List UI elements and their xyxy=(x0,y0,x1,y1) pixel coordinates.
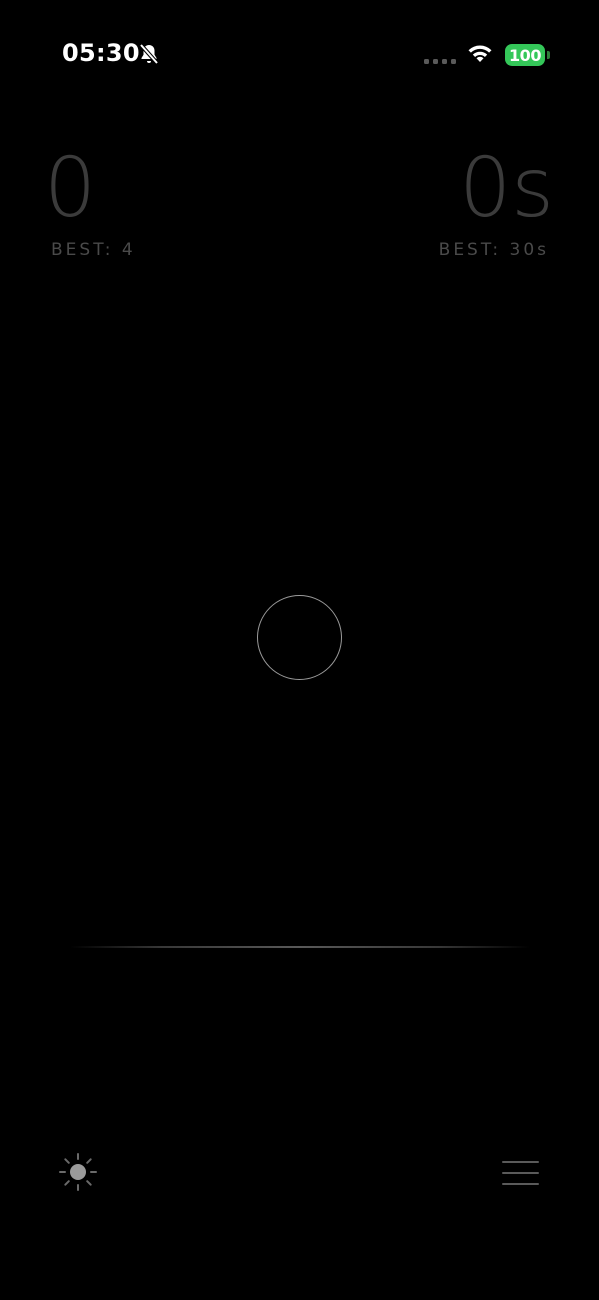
score-value: 0 xyxy=(44,141,97,236)
battery-cap xyxy=(547,51,550,59)
status-time: 05:30 xyxy=(62,39,140,67)
time-value: 0s xyxy=(459,141,554,236)
time-best-label: BEST: 30s xyxy=(438,240,549,260)
battery-icon: 100 xyxy=(505,44,545,66)
horizon-line xyxy=(70,946,530,948)
status-bar: 05:30 100 xyxy=(0,0,599,110)
score-best-label: BEST: 4 xyxy=(51,240,136,260)
signal-icon xyxy=(424,59,456,64)
wifi-icon xyxy=(468,45,492,62)
hamburger-menu-icon[interactable] xyxy=(500,1158,540,1188)
tap-target-circle[interactable] xyxy=(257,595,342,680)
bell-slash-icon xyxy=(139,43,159,65)
sun-icon[interactable] xyxy=(58,1152,98,1192)
